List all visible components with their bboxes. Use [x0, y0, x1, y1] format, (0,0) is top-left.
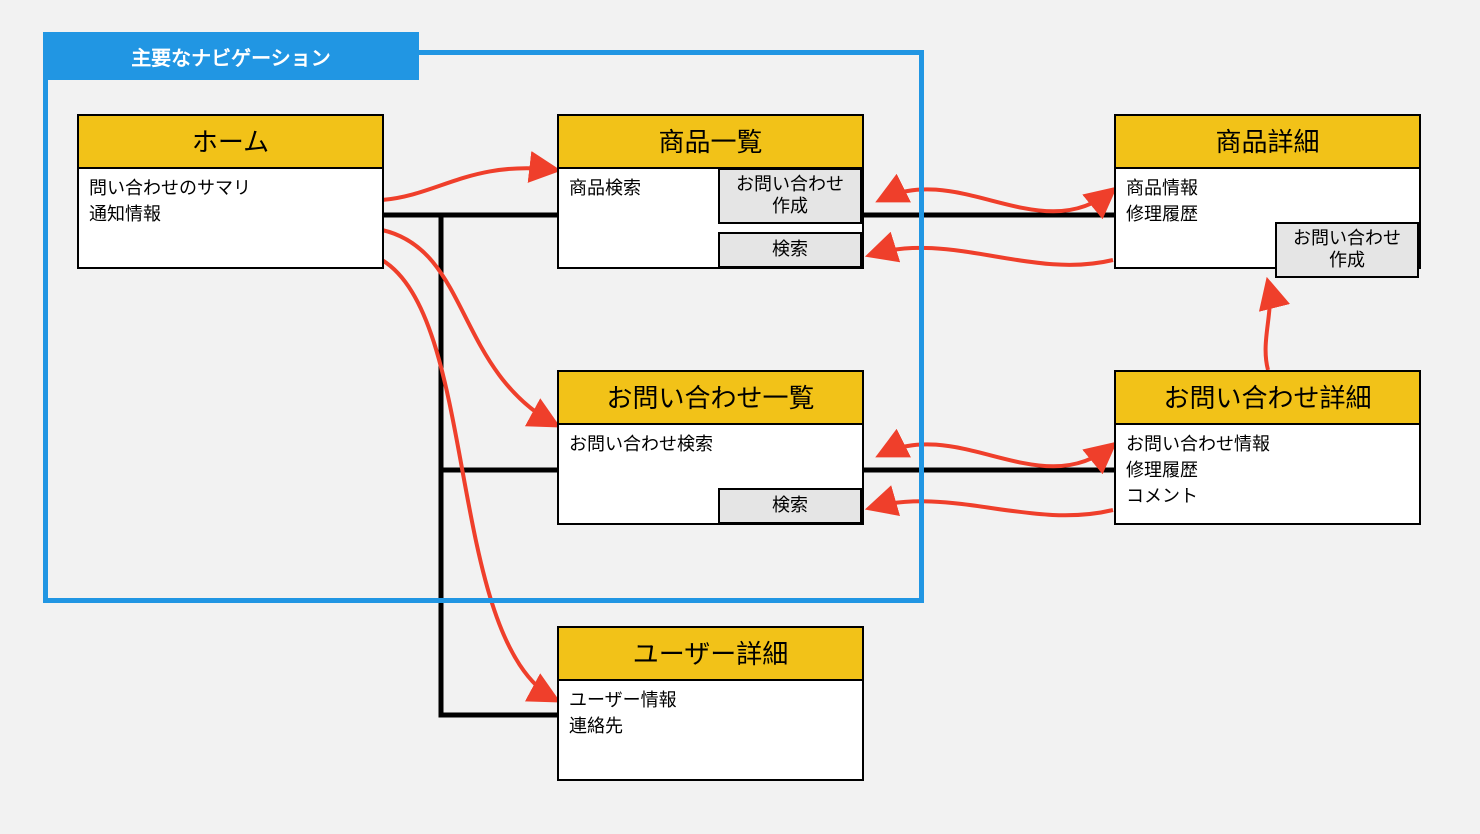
screen-product-detail-line: 商品情報	[1126, 175, 1409, 201]
diagram-stage: { "nav_group": { "label": "主要なナビゲーション" }…	[0, 0, 1480, 834]
screen-product-list-title: 商品一覧	[559, 116, 862, 169]
screen-inquiry-list-title: お問い合わせ一覧	[559, 372, 862, 425]
screen-home-line: 通知情報	[89, 201, 372, 227]
chip-product-list-create: お問い合わせ 作成	[718, 168, 862, 224]
screen-home-line: 問い合わせのサマリ	[89, 175, 372, 201]
screen-inquiry-detail-line: コメント	[1126, 483, 1409, 509]
main-navigation-label: 主要なナビゲーション	[43, 32, 419, 80]
screen-inquiry-detail-line: お問い合わせ情報	[1126, 431, 1409, 457]
screen-inquiry-detail-title: お問い合わせ詳細	[1116, 372, 1419, 425]
screen-home: ホーム 問い合わせのサマリ 通知情報	[77, 114, 384, 269]
screen-user-detail-title: ユーザー詳細	[559, 628, 862, 681]
screen-inquiry-detail-line: 修理履歴	[1126, 457, 1409, 483]
chip-product-list-search: 検索	[718, 232, 862, 268]
screen-product-detail-title: 商品詳細	[1116, 116, 1419, 169]
screen-user-detail-line: 連絡先	[569, 713, 852, 739]
screen-inquiry-list-line: お問い合わせ検索	[569, 431, 852, 457]
screen-inquiry-detail: お問い合わせ詳細 お問い合わせ情報 修理履歴 コメント	[1114, 370, 1421, 525]
screen-home-title: ホーム	[79, 116, 382, 169]
chip-product-detail-create: お問い合わせ 作成	[1275, 222, 1419, 278]
screen-user-detail-line: ユーザー情報	[569, 687, 852, 713]
chip-inquiry-list-search: 検索	[718, 488, 862, 524]
screen-user-detail: ユーザー詳細 ユーザー情報 連絡先	[557, 626, 864, 781]
